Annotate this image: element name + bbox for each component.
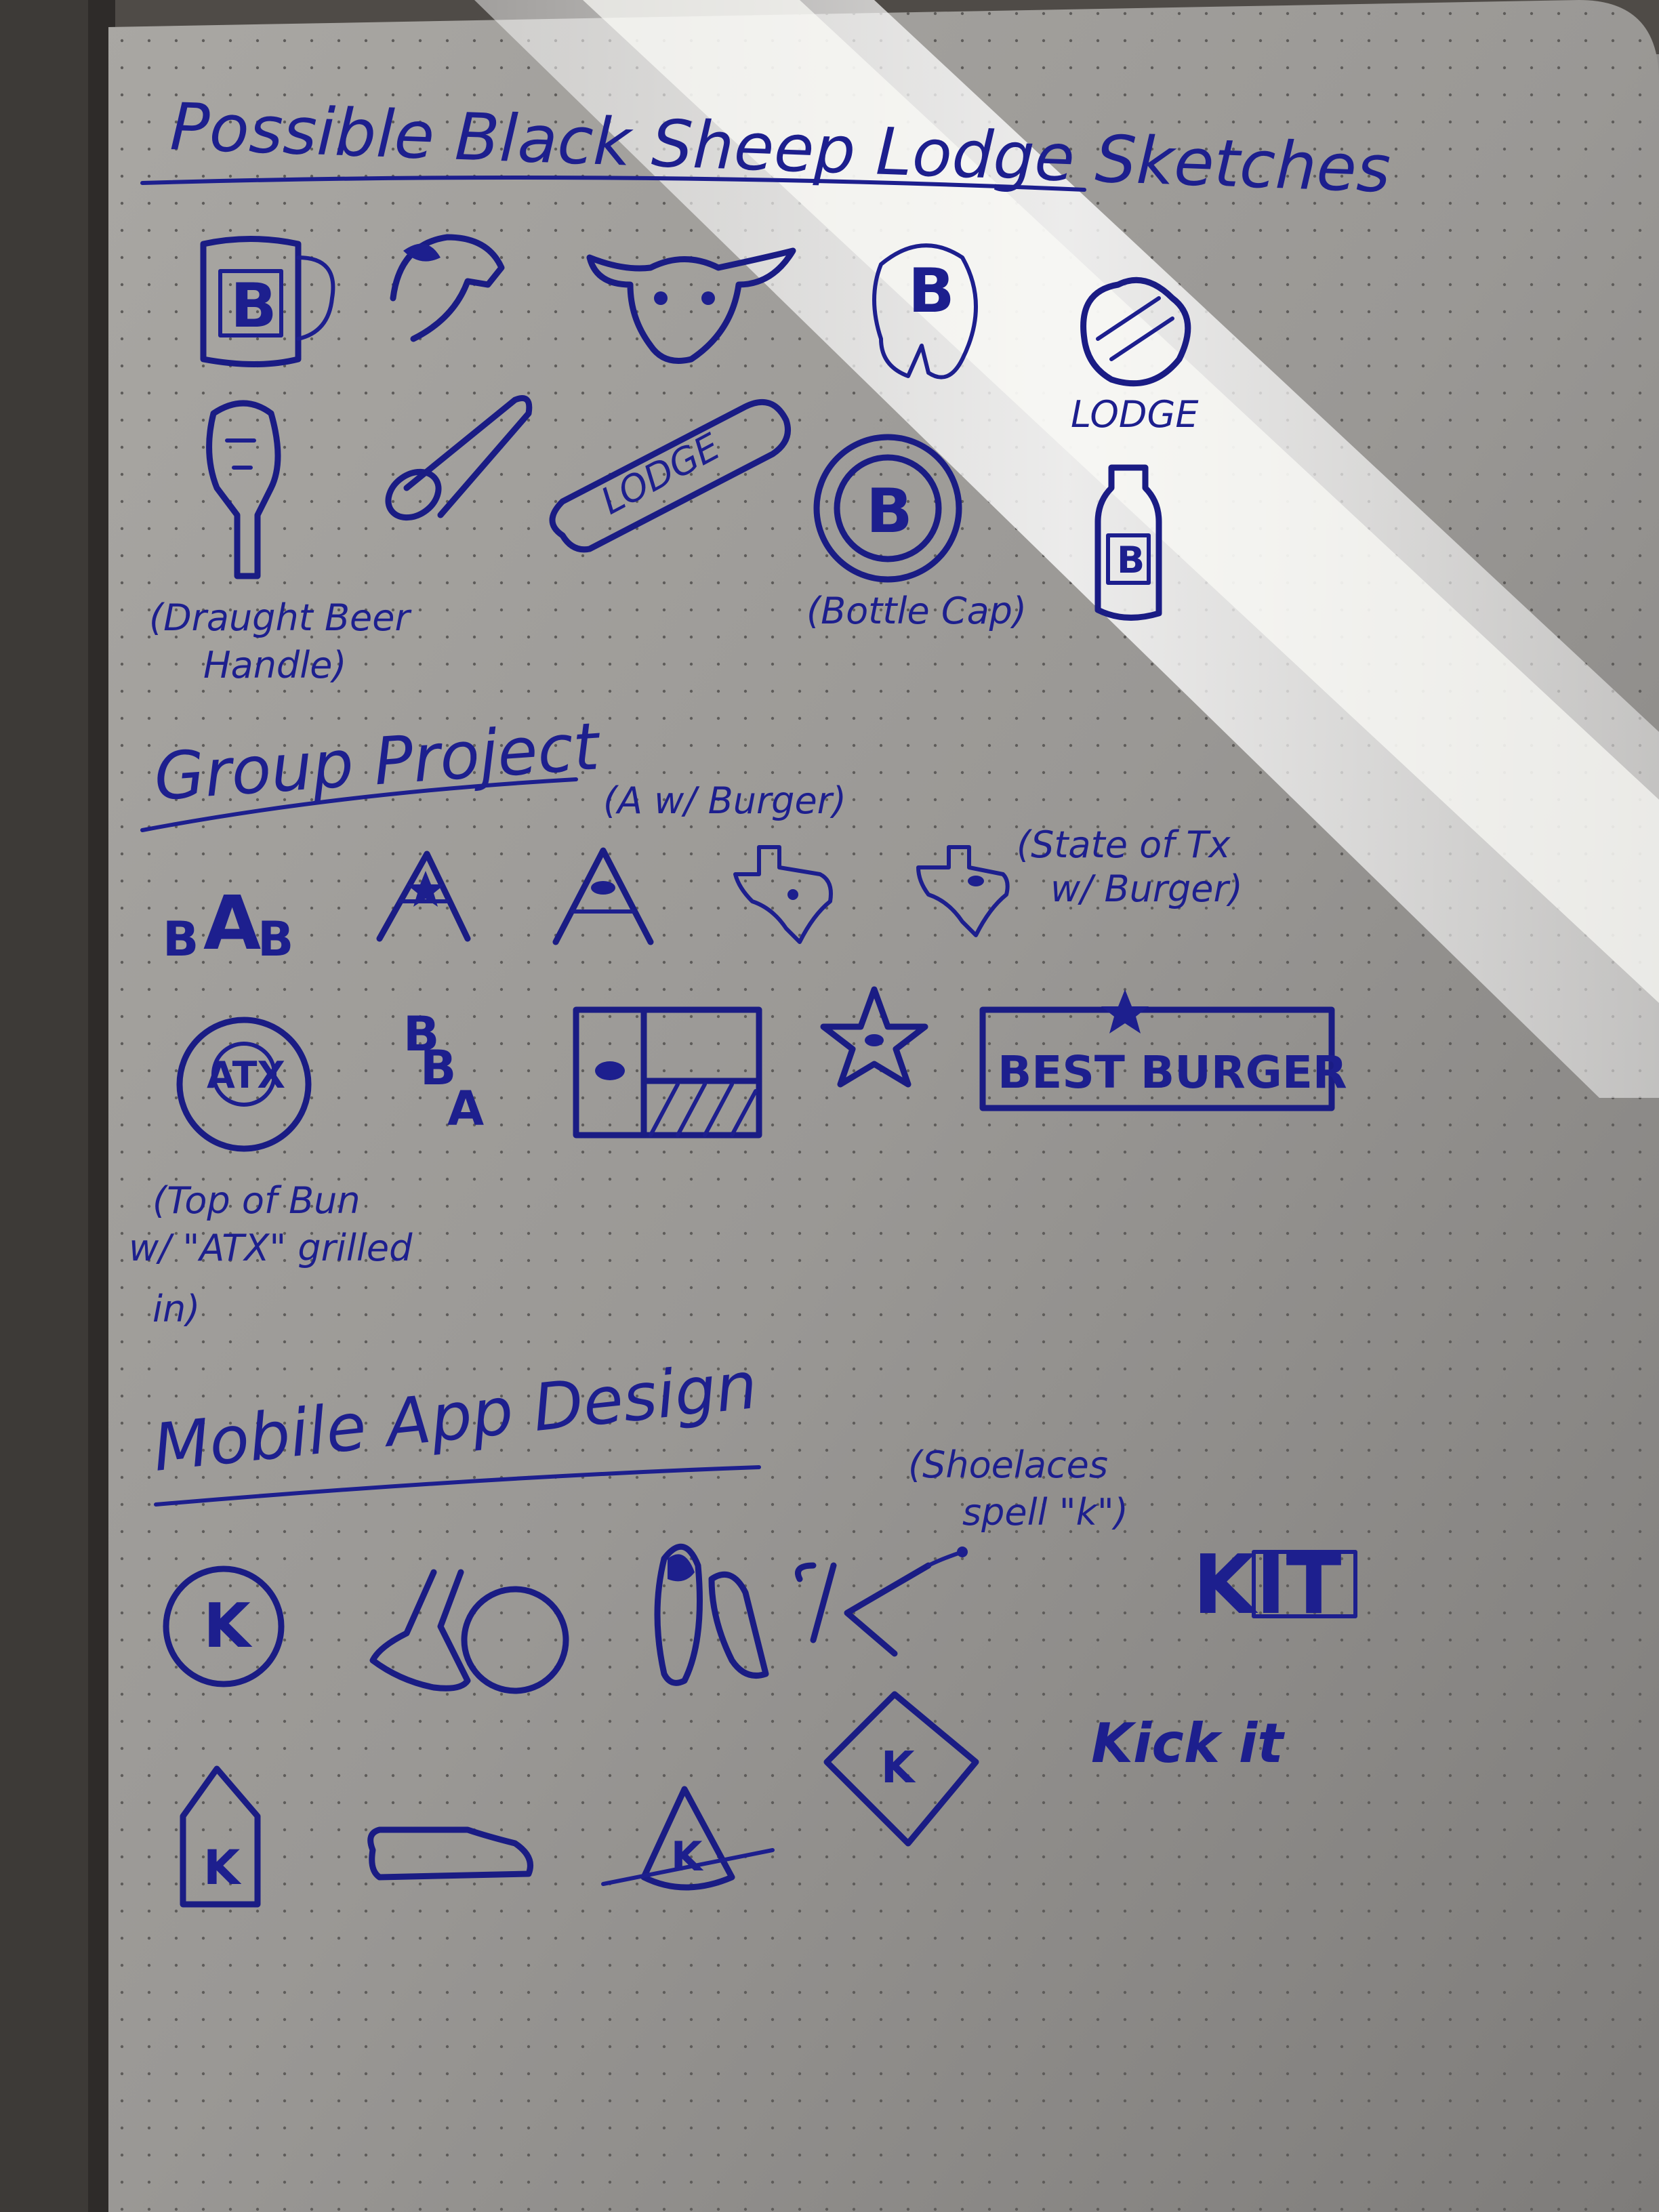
shoelace-note-line1: (Shoelaces <box>908 1443 1108 1486</box>
bun-caption-line1: (Top of Bun <box>152 1179 361 1222</box>
bba-letter-a: A <box>447 1081 484 1136</box>
texas-note-line1: (State of Tx <box>1017 823 1231 866</box>
best-burger-text: BEST BURGER <box>998 1046 1347 1099</box>
texas-note-line2: w/ Burger) <box>1050 867 1243 910</box>
bottle-cap-letter: B <box>866 476 913 547</box>
k-house-letter: K <box>203 1840 242 1896</box>
notebook-sketch-scene: Possible Black Sheep Lodge Sketches B B … <box>0 0 1659 2212</box>
a-with-burger-note: (A w/ Burger) <box>603 779 846 822</box>
bab-letter-b2: B <box>258 912 293 967</box>
k-circle-letter: K <box>203 1591 253 1662</box>
bottle-letter: B <box>1117 539 1145 581</box>
bottle-cap-caption: (Bottle Cap) <box>806 590 1027 632</box>
shoelace-note-line2: spell "k") <box>962 1491 1128 1534</box>
k-cone-letter: K <box>671 1833 704 1881</box>
k-diamond-letter: K <box>881 1743 916 1793</box>
lodge-label: LODGE <box>1071 393 1199 436</box>
tap-handle-caption-line2: Handle) <box>203 644 347 687</box>
mug-letter: B <box>230 270 277 342</box>
bun-caption-line2: w/ "ATX" grilled <box>129 1227 413 1269</box>
atx-text: ATX <box>207 1054 285 1097</box>
bab-letter-b1: B <box>163 912 199 967</box>
kickit-text: Kick it <box>1091 1712 1285 1775</box>
left-page-edge <box>0 0 102 2212</box>
tap-handle-caption-line1: (Draught Beer <box>149 596 411 639</box>
bab-letter-a: A <box>203 880 261 966</box>
kit-logo-sketch: KIT <box>1193 1538 1357 1633</box>
bear-letter: B <box>908 255 955 327</box>
bun-caption-line3: in) <box>152 1288 200 1330</box>
best-burger-sign-sketch: BEST BURGER <box>979 989 1347 1111</box>
